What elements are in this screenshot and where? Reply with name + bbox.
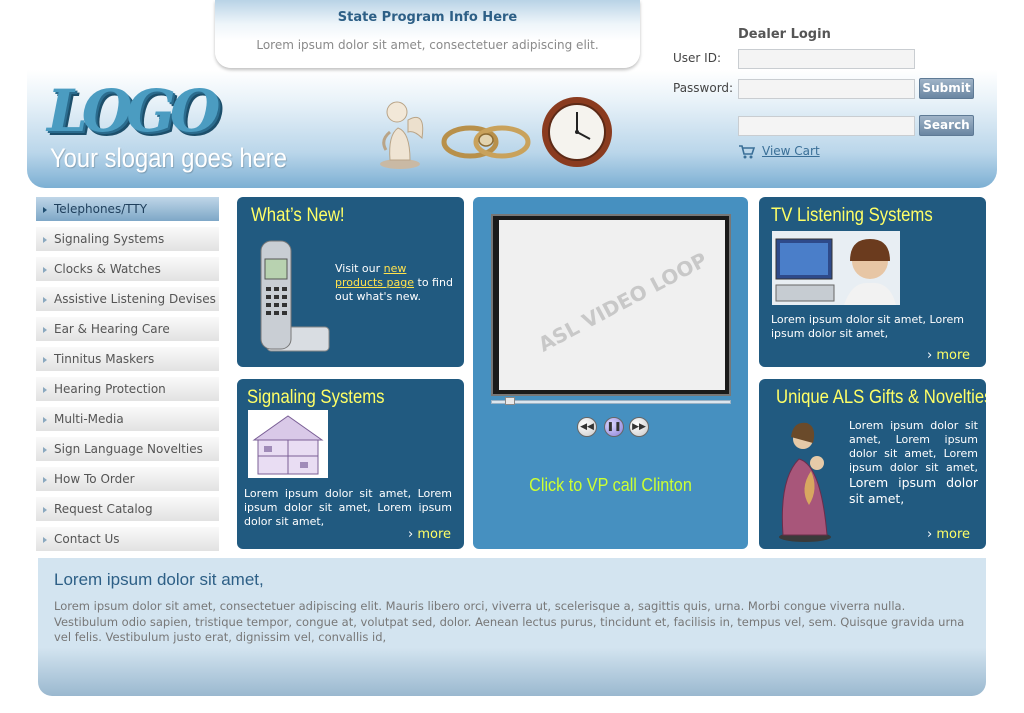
password-label: Password: <box>673 81 734 95</box>
video-watermark: ASL VIDEO LOOP <box>534 247 712 357</box>
intro-text: Lorem ipsum dolor sit amet, consectetuer… <box>54 599 965 644</box>
user-id-input[interactable] <box>738 49 915 69</box>
signaling-systems-text: Lorem ipsum dolor sit amet, Lorem ipsum … <box>244 487 452 528</box>
intro-panel: Lorem ipsum dolor sit amet, Lorem ipsum … <box>38 558 986 696</box>
video-frame: ASL VIDEO LOOP <box>499 220 725 390</box>
statue-figurine-image <box>779 422 831 542</box>
whats-new-text-before: Visit our <box>335 262 384 275</box>
wall-clock-image <box>542 97 612 167</box>
site-slogan: Your slogan goes here <box>50 143 287 173</box>
menu-item-ear-hearing-care[interactable]: Ear & Hearing Care <box>36 317 219 341</box>
als-gifts-text-small: Lorem ipsum dolor sit amet, Lorem ipsum … <box>849 419 978 474</box>
als-gifts-panel: Unique ALS Gifts & Novelties Lorem ipsum… <box>759 379 986 549</box>
whats-new-text: Visit our new products page to find out … <box>335 262 453 304</box>
tv-listening-more-link[interactable]: more <box>927 348 970 363</box>
house-diagram-image <box>248 410 328 478</box>
whats-new-title: What’s New! <box>251 205 345 226</box>
menu-item-multi-media[interactable]: Multi-Media <box>36 407 219 431</box>
angel-figurine-image <box>380 101 424 169</box>
als-gifts-more-link[interactable]: more <box>927 527 970 542</box>
search-button[interactable]: Search <box>919 115 974 136</box>
menu-item-signaling-systems[interactable]: Signaling Systems <box>36 227 219 251</box>
menu-item-telephones[interactable]: Telephones/TTY <box>36 197 219 221</box>
signaling-systems-title: Signaling Systems <box>247 387 385 408</box>
dealer-login-title: Dealer Login <box>738 27 831 42</box>
state-program-title: State Program Info Here <box>337 10 518 25</box>
menu-item-how-to-order[interactable]: How To Order <box>36 467 219 491</box>
whats-new-panel: What’s New! Visit our new products page … <box>237 197 464 367</box>
tv-listening-panel: TV Listening Systems Lorem ipsum dolor s… <box>759 197 986 367</box>
rewind-icon[interactable]: ◀◀ <box>577 417 597 437</box>
menu-item-contact-us[interactable]: Contact Us <box>36 527 219 551</box>
search-input[interactable] <box>738 116 915 136</box>
rings-image <box>441 125 531 159</box>
menu-item-request-catalog[interactable]: Request Catalog <box>36 497 219 521</box>
menu-item-sign-language[interactable]: Sign Language Novelties <box>36 437 219 461</box>
cordless-phone-image <box>260 240 330 352</box>
menu-item-assistive-listening[interactable]: Assistive Listening Devises <box>36 287 219 311</box>
tv-listening-text: Lorem ipsum dolor sit amet, Lorem ipsum … <box>771 313 964 340</box>
vp-call-link[interactable]: Click to VP call Clinton <box>487 475 735 496</box>
submit-button[interactable]: Submit <box>919 78 974 99</box>
video-player-panel: ASL VIDEO LOOP ◀◀ ❚❚ ▶▶ Click to VP call… <box>473 197 748 549</box>
fast-forward-icon[interactable]: ▶▶ <box>629 417 649 437</box>
password-input[interactable] <box>738 79 915 99</box>
site-logo[interactable]: LOGO <box>47 80 220 142</box>
pause-icon[interactable]: ❚❚ <box>604 417 624 437</box>
tv-listening-title: TV Listening Systems <box>771 205 933 226</box>
menu-item-tinnitus-maskers[interactable]: Tinnitus Maskers <box>36 347 219 371</box>
menu-item-clocks-watches[interactable]: Clocks & Watches <box>36 257 219 281</box>
state-program-text: Lorem ipsum dolor sit amet, consectetuer… <box>256 38 599 52</box>
als-gifts-title: Unique ALS Gifts & Novelties <box>776 387 986 408</box>
als-gifts-text: Lorem ipsum dolor sit amet, Lorem ipsum … <box>849 419 978 507</box>
video-screen[interactable]: ASL VIDEO LOOP <box>491 214 731 396</box>
signaling-more-link[interactable]: more <box>408 527 451 542</box>
als-gifts-text-large: Lorem ipsum dolor sit amet, <box>849 475 978 506</box>
intro-title: Lorem ipsum dolor sit amet, <box>54 570 264 589</box>
state-program-panel: State Program Info Here Lorem ipsum dolo… <box>215 0 640 68</box>
video-seek-handle[interactable] <box>505 397 515 405</box>
signaling-systems-panel: Signaling Systems Lorem ipsum dolor sit … <box>237 379 464 549</box>
menu-item-hearing-protection[interactable]: Hearing Protection <box>36 377 219 401</box>
user-id-label: User ID: <box>673 51 721 65</box>
tv-listening-image <box>772 231 900 305</box>
view-cart-link[interactable]: View Cart <box>762 144 820 158</box>
shopping-cart-icon[interactable] <box>739 145 755 159</box>
video-seekbar[interactable] <box>491 400 731 404</box>
